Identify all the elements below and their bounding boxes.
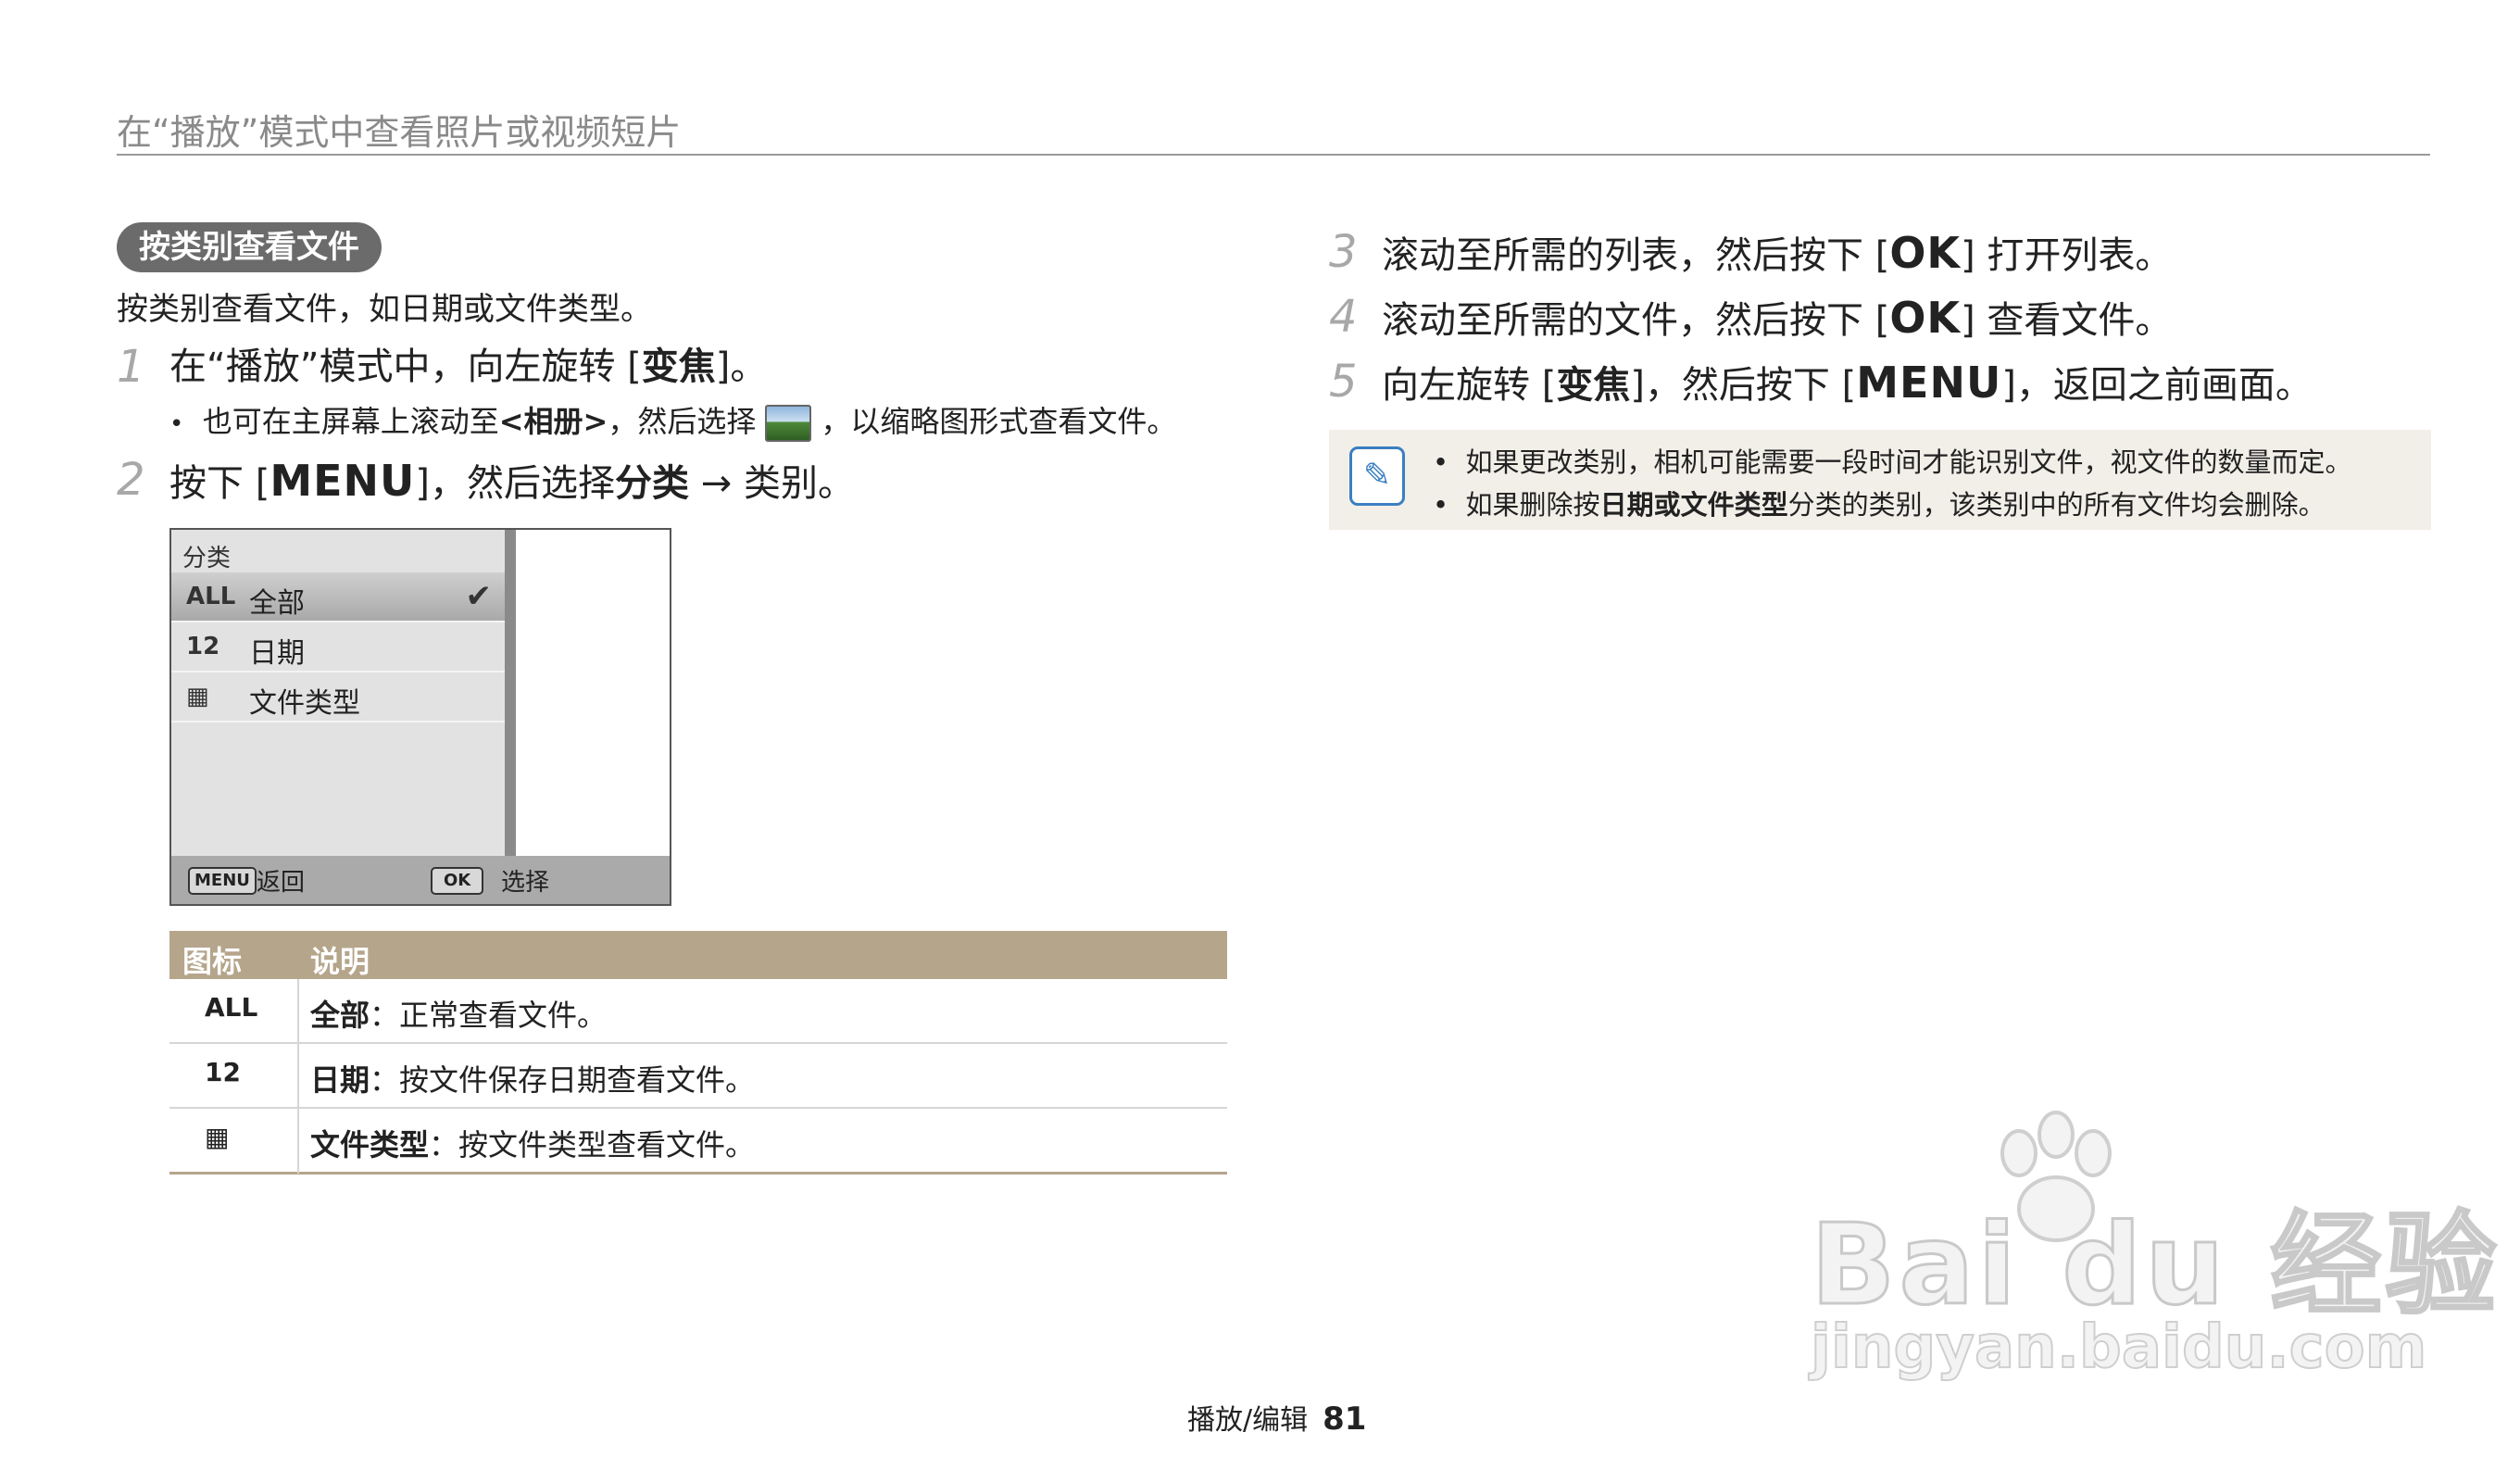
- bullet-dot: •: [1433, 489, 1449, 521]
- table-header-icon: 图标: [182, 944, 243, 979]
- section-pill: 按类别查看文件: [117, 222, 382, 272]
- step-4-text: 滚动至所需的文件，然后按下 [OK] 查看文件。: [1382, 295, 2172, 342]
- step-5-post: ]，返回之前画面。: [2001, 364, 2313, 407]
- note-line-2-post: 分类的类别，该类别中的所有文件均会删除。: [1787, 489, 2326, 521]
- ok-key-icon: OK: [431, 867, 484, 895]
- all-files-icon: ALL: [205, 992, 258, 1023]
- step-5-number: 5: [1329, 356, 1358, 408]
- thumbnail-icon: [765, 405, 812, 442]
- table-row-text: ：按文件保存日期查看文件。: [370, 1062, 756, 1098]
- table-row-term: 全部: [310, 998, 370, 1033]
- step-2-number: 2: [117, 454, 145, 506]
- step-1-number: 1: [117, 341, 145, 393]
- step-1-bullet-key: <相册>: [498, 404, 608, 439]
- checkmark-icon: ✔: [465, 578, 493, 615]
- step-3-number: 3: [1329, 226, 1358, 278]
- icon-description-table: 图标 说明 ALL 全部：正常查看文件。 12 日期：按文件保存日期查看文件。 …: [169, 931, 1227, 1175]
- file-type-icon: ▦: [205, 1122, 230, 1152]
- table-column-divider: [297, 979, 299, 1174]
- menu-key-icon: MENU: [188, 867, 257, 895]
- step-1-pre: 在“播放”模式中，向左旋转 [: [169, 346, 642, 388]
- note-line-2: • 如果删除按日期或文件类型分类的类别，该类别中的所有文件均会删除。: [1433, 484, 2326, 522]
- note-line-1: • 如果更改类别，相机可能需要一段时间才能识别文件，视文件的数量而定。: [1433, 441, 2352, 480]
- table-header-description: 说明: [310, 944, 370, 979]
- bullet-dot: •: [169, 410, 184, 438]
- table-row-text: ：正常查看文件。: [370, 998, 608, 1033]
- select-label: 选择: [501, 869, 550, 897]
- step-3-pre: 滚动至所需的列表，然后按下 [: [1382, 234, 1890, 277]
- camera-submenu-panel: [516, 530, 670, 856]
- table-row-text: ：按文件类型查看文件。: [429, 1127, 756, 1162]
- step-1-key: 变焦: [641, 346, 716, 388]
- calendar-icon: 12: [186, 633, 220, 660]
- table-row-term: 日期: [310, 1062, 370, 1098]
- step-1-text: 在“播放”模式中，向左旋转 [变焦]。: [169, 346, 767, 387]
- page-footer: 播放/编辑 81: [1187, 1397, 1366, 1438]
- camera-menu-heading: 分类: [182, 545, 232, 572]
- step-2-pre: 按下 [: [169, 462, 270, 505]
- step-1-bullet: • 也可在主屏幕上滚动至<相册>，然后选择 ，以缩略图形式查看文件。: [169, 398, 1176, 442]
- step-4-ok-key: OK: [1889, 293, 1962, 343]
- step-5-mid: ]，然后按下 [: [1630, 364, 1857, 407]
- table-row: 12 日期：按文件保存日期查看文件。: [169, 1044, 1227, 1109]
- step-4-post: ] 查看文件。: [1961, 299, 2173, 342]
- step-1-bullet-mid: ，然后选择: [608, 404, 757, 439]
- watermark-url: jingyan.baidu.com: [1810, 1313, 2427, 1383]
- table-row-description: 文件类型：按文件类型查看文件。: [310, 1122, 755, 1164]
- step-1-bullet-post: ，以缩略图形式查看文件。: [821, 404, 1177, 439]
- step-5-menu-key: MENU: [1856, 358, 2002, 408]
- camera-screen: 分类 ALL 全部 ✔ 12 日期 ▦ 文件类型 MENU 返回 OK 选择: [169, 528, 671, 906]
- step-3-ok-key: OK: [1889, 228, 1962, 278]
- camera-screen-footer: MENU 返回 OK 选择: [171, 856, 670, 904]
- step-2-text: 按下 [MENU]，然后选择分类 → 类别。: [169, 458, 855, 505]
- step-2-mid: ]，然后选择: [415, 462, 615, 505]
- step-5-key: 变焦: [1556, 364, 1631, 407]
- header-divider: [117, 154, 2430, 156]
- camera-menu-item-label: 全部: [249, 587, 305, 620]
- table-row-description: 日期：按文件保存日期查看文件。: [310, 1057, 755, 1099]
- table-row: ALL 全部：正常查看文件。: [169, 979, 1227, 1044]
- step-2-key2: 分类: [615, 462, 689, 505]
- note-pencil-icon: ✎: [1349, 446, 1405, 506]
- table-row-description: 全部：正常查看文件。: [310, 992, 607, 1035]
- table-row-term: 文件类型: [310, 1127, 430, 1162]
- camera-menu-item-all[interactable]: ALL 全部 ✔: [171, 572, 505, 622]
- step-1-bullet-pre: 也可在主屏幕上滚动至: [202, 404, 499, 439]
- step-4-pre: 滚动至所需的文件，然后按下 [: [1382, 299, 1890, 342]
- file-type-icon: ▦: [186, 683, 209, 710]
- back-label: 返回: [257, 869, 306, 897]
- camera-menu-item-filetype[interactable]: ▦ 文件类型: [171, 672, 505, 722]
- camera-menu-scrollbar: [505, 530, 516, 856]
- table-header: 图标 说明: [169, 931, 1227, 979]
- camera-menu-list: 分类 ALL 全部 ✔ 12 日期 ▦ 文件类型: [171, 530, 505, 856]
- step-5-text: 向左旋转 [变焦]，然后按下 [MENU]，返回之前画面。: [1382, 359, 2313, 407]
- camera-menu-item-label: 文件类型: [249, 687, 360, 720]
- step-3-text: 滚动至所需的列表，然后按下 [OK] 打开列表。: [1382, 230, 2172, 277]
- watermark-brand: Bai du 经验: [1809, 1200, 2501, 1332]
- step-5-pre: 向左旋转 [: [1382, 364, 1557, 407]
- step-3-post: ] 打开列表。: [1961, 234, 2173, 277]
- step-4-number: 4: [1329, 291, 1358, 343]
- section-intro: 按类别查看文件，如日期或文件类型。: [117, 291, 652, 328]
- note-line-2-pre: 如果删除按: [1465, 489, 1600, 521]
- note-line-1-text: 如果更改类别，相机可能需要一段时间才能识别文件，视文件的数量而定。: [1465, 446, 2352, 478]
- camera-menu-item-date[interactable]: 12 日期: [171, 622, 505, 672]
- footer-section: 播放/编辑: [1187, 1404, 1309, 1437]
- calendar-icon: 12: [205, 1057, 241, 1087]
- step-2-post: → 类别。: [689, 462, 855, 505]
- camera-menu-item-label: 日期: [249, 637, 305, 670]
- table-row: ▦ 文件类型：按文件类型查看文件。: [169, 1109, 1227, 1175]
- step-1-post: ]。: [715, 346, 768, 388]
- note-box: ✎ • 如果更改类别，相机可能需要一段时间才能识别文件，视文件的数量而定。 • …: [1329, 430, 2431, 530]
- page-title: 在“播放”模式中查看照片或视频短片: [117, 112, 682, 153]
- step-2-menu-key: MENU: [270, 456, 416, 506]
- note-line-2-key: 日期或文件类型: [1599, 489, 1788, 521]
- all-files-icon: ALL: [186, 583, 236, 610]
- bullet-dot: •: [1433, 446, 1449, 478]
- page-number: 81: [1323, 1401, 1367, 1438]
